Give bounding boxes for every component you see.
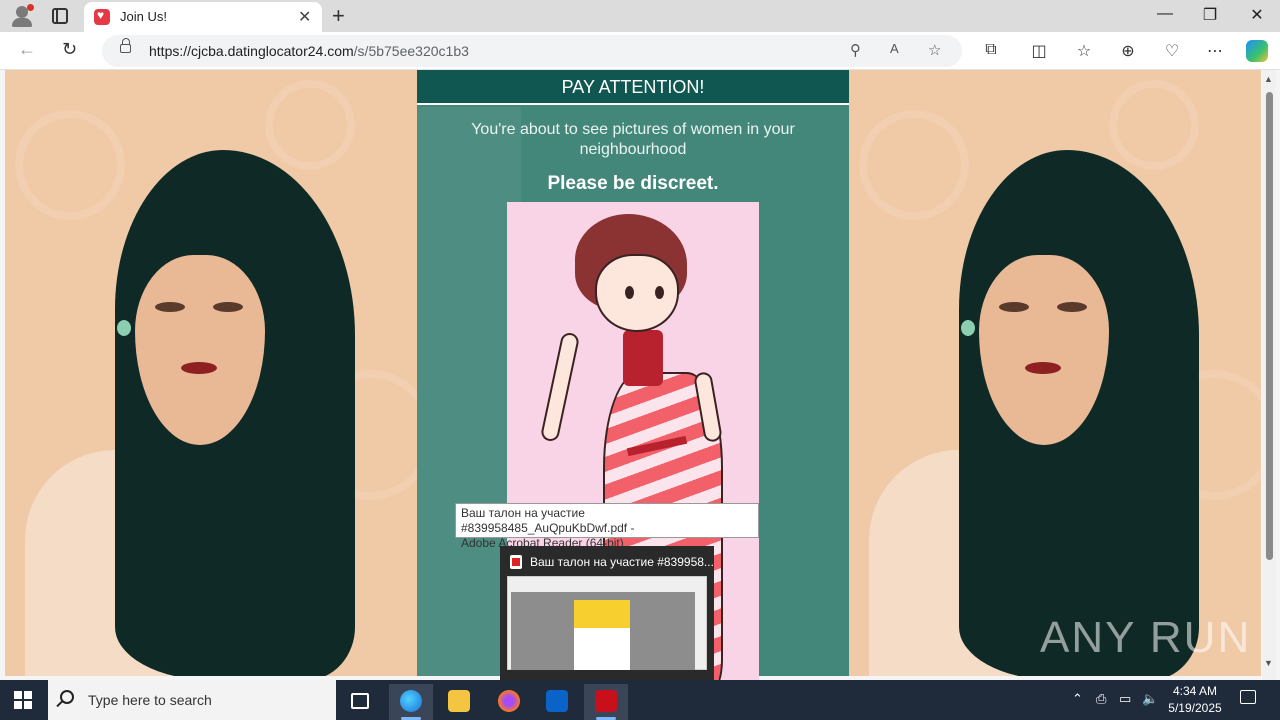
edge-taskbar-icon[interactable] bbox=[389, 684, 433, 720]
tab-bar: Join Us! ✕ + — ❐ ✕ bbox=[0, 0, 1280, 32]
firefox-icon[interactable] bbox=[487, 684, 531, 720]
volume-icon[interactable]: 🔈 bbox=[1142, 691, 1158, 707]
new-tab-button[interactable]: + bbox=[332, 3, 345, 29]
clock-time: 4:34 AM bbox=[1172, 684, 1218, 698]
taskbar-search[interactable]: Type here to search bbox=[48, 680, 336, 720]
search-input[interactable]: Type here to search bbox=[88, 692, 212, 708]
page-scrollbar[interactable]: ▲ ▼ bbox=[1262, 70, 1276, 680]
heart-icon bbox=[94, 8, 110, 25]
page-title: PAY ATTENTION! bbox=[561, 77, 705, 97]
tab-actions-icon[interactable] bbox=[52, 8, 68, 24]
tooltip-line-1: Ваш талон на участие #839958485_AuQpuKbD… bbox=[461, 506, 635, 535]
back-button[interactable]: ← bbox=[18, 39, 36, 60]
browser-toolbar: ← ↻ https://cjcba.datinglocator24.com/s/… bbox=[0, 32, 1280, 70]
notice-text: You're about to see pictures of women in… bbox=[471, 121, 795, 158]
copilot-icon[interactable] bbox=[1246, 40, 1268, 62]
window-close-button[interactable]: ✕ bbox=[1247, 5, 1267, 25]
extensions-icon[interactable]: ⧉ bbox=[981, 41, 1001, 59]
left-portrait-image bbox=[5, 70, 417, 676]
notification-icon[interactable] bbox=[1240, 690, 1256, 704]
restore-button[interactable]: ❐ bbox=[1200, 5, 1220, 25]
pdf-icon bbox=[510, 555, 522, 569]
scroll-thumb[interactable] bbox=[1266, 92, 1273, 560]
discreet-text: Please be discreet. bbox=[547, 173, 719, 194]
performance-icon[interactable]: ♡ bbox=[1162, 41, 1182, 61]
zoom-icon[interactable]: ⚲ bbox=[850, 41, 861, 59]
tab-title: Join Us! bbox=[120, 9, 167, 24]
split-screen-icon[interactable]: ◫ bbox=[1029, 41, 1049, 61]
header-bar: PAY ATTENTION! bbox=[417, 70, 849, 105]
file-explorer-icon[interactable] bbox=[437, 684, 481, 720]
taskbar-tooltip: Ваш талон на участие #839958485_AuQpuKbD… bbox=[455, 503, 759, 550]
profile-icon[interactable] bbox=[10, 4, 34, 28]
windows-taskbar: Type here to search ⌃ ⎙ ▭ 🔈 4:34 AM 5/19… bbox=[0, 680, 1280, 720]
right-portrait-image bbox=[849, 70, 1261, 676]
favorites-icon[interactable]: ☆ bbox=[1074, 41, 1094, 61]
acrobat-window-preview[interactable]: Ваш талон на участие #839958... bbox=[500, 546, 714, 680]
address-bar[interactable]: https://cjcba.datinglocator24.com/s/5b75… bbox=[102, 35, 962, 67]
tab-join-us[interactable]: Join Us! ✕ bbox=[84, 2, 322, 32]
start-button[interactable] bbox=[14, 691, 32, 709]
url-text[interactable]: https://cjcba.datinglocator24.com/s/5b75… bbox=[149, 43, 469, 59]
close-icon[interactable]: ✕ bbox=[298, 7, 311, 27]
outlook-icon[interactable] bbox=[535, 684, 579, 720]
more-icon[interactable]: ⋯ bbox=[1205, 41, 1225, 61]
meet-now-icon[interactable]: ⎙ bbox=[1096, 691, 1106, 707]
preview-thumbnail[interactable] bbox=[507, 576, 707, 670]
search-icon bbox=[60, 690, 74, 704]
refresh-button[interactable]: ↻ bbox=[62, 39, 77, 60]
tray-overflow-icon[interactable]: ⌃ bbox=[1072, 691, 1083, 707]
task-view-icon[interactable] bbox=[338, 684, 382, 720]
read-aloud-icon[interactable]: A bbox=[890, 41, 899, 56]
acrobat-taskbar-icon[interactable] bbox=[584, 684, 628, 720]
lock-icon[interactable] bbox=[120, 38, 131, 53]
favorite-star-icon[interactable]: ☆ bbox=[928, 41, 941, 59]
page-viewport: PAY ATTENTION! You're about to see pictu… bbox=[0, 70, 1280, 680]
preview-title: Ваш талон на участие #839958... bbox=[530, 555, 714, 569]
minimize-button[interactable]: — bbox=[1155, 5, 1175, 23]
collections-icon[interactable]: ⊕ bbox=[1118, 41, 1138, 61]
network-icon[interactable]: ▭ bbox=[1119, 691, 1131, 707]
scroll-up-icon[interactable]: ▲ bbox=[1264, 74, 1273, 84]
scroll-down-icon[interactable]: ▼ bbox=[1264, 658, 1273, 668]
system-clock[interactable]: 4:34 AM 5/19/2025 bbox=[1160, 683, 1230, 717]
clock-date: 5/19/2025 bbox=[1168, 701, 1222, 715]
anyrun-watermark: ANY RUN bbox=[1040, 613, 1252, 662]
